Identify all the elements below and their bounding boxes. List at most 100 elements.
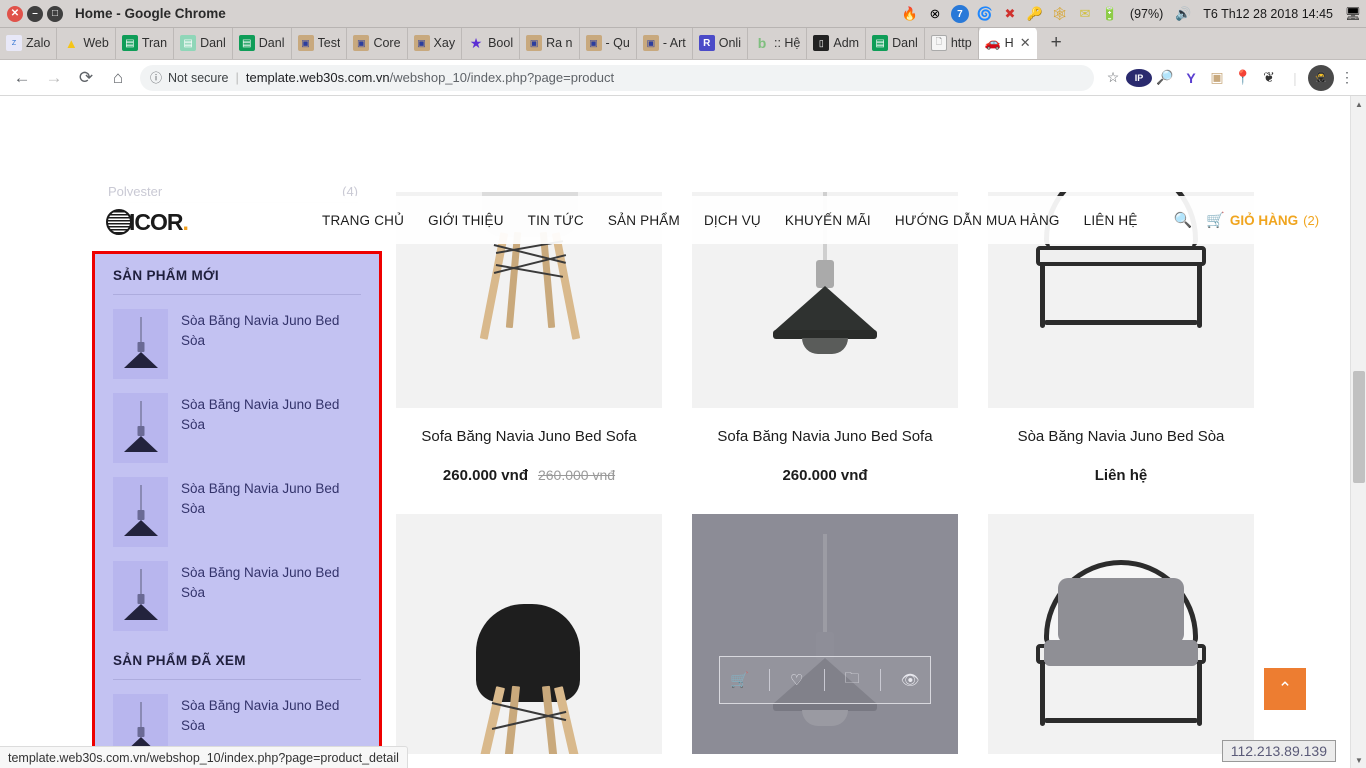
product-card-hovered[interactable]: 🛒 ♡ 🗀 👁 <box>692 514 958 754</box>
minimize-window-button[interactable]: – <box>27 5 43 22</box>
doc-icon: ▣ <box>353 35 370 51</box>
product-name[interactable]: Sòa Băng Navia Juno Bed Sòa <box>988 428 1254 445</box>
sidebar-product-name[interactable]: Sòa Băng Navia Juno Bed Sòa <box>181 694 361 737</box>
nav-item-huong-dan-mua-hang[interactable]: HƯỚNG DẪN MUA HÀNG <box>883 213 1072 228</box>
home-button[interactable]: ⌂ <box>102 62 134 94</box>
tab-onli[interactable]: R Onli <box>693 28 748 59</box>
notification-count: 7 <box>957 8 963 20</box>
nav-item-trang-chu[interactable]: TRANG CHỦ <box>310 213 416 228</box>
sidebar-selected-region[interactable]: SẢN PHẨM MỚI Sòa Băng Navia Juno Bed Sòa… <box>95 254 379 768</box>
page-scrollbar[interactable]: ▲ ▼ <box>1350 96 1366 768</box>
bookmark-star-icon[interactable]: ☆ <box>1100 65 1126 91</box>
nav-item-lien-he[interactable]: LIÊN HỆ <box>1072 213 1150 228</box>
doc-extension-icon[interactable]: ▣ <box>1204 65 1230 91</box>
sidebar-product-item[interactable]: Sòa Băng Navia Juno Bed Sòa <box>113 463 361 547</box>
display-icon[interactable]: 🖥 <box>1344 5 1362 23</box>
key-icon[interactable]: 🔑 <box>1026 5 1044 23</box>
tab-label: Danl <box>258 36 285 50</box>
maximize-window-button[interactable]: □ <box>47 5 63 22</box>
product-row-2: 🛒 ♡ 🗀 👁 <box>396 514 1266 754</box>
network-icon[interactable]: 🕸 <box>1051 5 1069 23</box>
tab-label: Xay <box>433 36 456 50</box>
tab-adm[interactable]: ▯ Adm <box>807 28 867 59</box>
tab-he[interactable]: b :: Hệ <box>748 28 808 59</box>
chrome-menu-button[interactable]: ⋮ <box>1334 65 1360 91</box>
nav-item-gioi-thieu[interactable]: GIỚI THIỆU <box>416 213 516 228</box>
sidebar-product-item[interactable]: Sòa Băng Navia Juno Bed Sòa <box>113 379 361 463</box>
nav-item-san-pham[interactable]: SẢN PHẨM <box>596 213 692 228</box>
volume-icon[interactable]: 🔊 <box>1174 5 1192 23</box>
tab-zalo[interactable]: Z Zalo <box>0 28 58 59</box>
cart-icon[interactable]: 🛒 <box>730 671 749 689</box>
y-icon[interactable]: Y <box>1178 65 1204 91</box>
sidebar-product-item[interactable]: Sòa Băng Navia Juno Bed Sòa <box>113 547 361 631</box>
product-card[interactable] <box>396 514 662 754</box>
tab-test[interactable]: ▣ Test <box>292 28 348 59</box>
gnome-icon[interactable]: ❦ <box>1256 65 1282 91</box>
product-name[interactable]: Sofa Băng Navia Juno Bed Sofa <box>396 428 662 445</box>
mail-icon[interactable]: ✉ <box>1076 5 1094 23</box>
pin-icon[interactable]: 📍 <box>1230 65 1256 91</box>
tab-quy[interactable]: ▣ - Qu <box>580 28 637 59</box>
info-circle-icon[interactable]: ⓘ <box>150 69 162 86</box>
sync-icon[interactable]: 🌀 <box>976 5 994 23</box>
sidebar-product-name[interactable]: Sòa Băng Navia Juno Bed Sòa <box>181 561 361 604</box>
close-icon: ✕ <box>10 7 20 19</box>
flame-icon[interactable]: 🔥 <box>901 5 919 23</box>
tab-danh-1[interactable]: ▤ Danl <box>174 28 233 59</box>
new-tab-button[interactable]: + <box>1037 28 1076 59</box>
tab-tran[interactable]: ▤ Tran <box>116 28 175 59</box>
tab-art[interactable]: ▣ - Art <box>637 28 693 59</box>
tab-http[interactable]: 🗋 http <box>925 28 979 59</box>
sidebar-product-name[interactable]: Sòa Băng Navia Juno Bed Sòa <box>181 477 361 520</box>
site-logo[interactable]: ICOR . <box>106 204 224 236</box>
redcross-icon[interactable]: ✖ <box>1001 5 1019 23</box>
page-viewport: Polyester (4) Sofa Băng Navia Juno Bed S… <box>0 96 1366 768</box>
eye-icon[interactable]: 👁 <box>901 671 920 689</box>
profile-avatar-icon[interactable]: 🥷 <box>1308 64 1334 91</box>
b-icon: b <box>757 35 767 51</box>
tab-web[interactable]: ▲ Web <box>57 28 116 59</box>
address-bar[interactable]: ⓘ Not secure | template.web30s.com.vn/we… <box>140 64 1094 91</box>
battery-icon[interactable]: 🔋 <box>1101 5 1119 23</box>
close-window-button[interactable]: ✕ <box>7 5 23 22</box>
ip-badge-icon[interactable]: IP <box>1126 68 1152 87</box>
scroll-to-top-button[interactable]: ⌃ <box>1264 668 1306 710</box>
tab-book[interactable]: ★ Bool <box>462 28 521 59</box>
notification-badge-icon[interactable]: 7 <box>950 5 969 23</box>
ip-address-tooltip: 112.213.89.139 <box>1221 740 1336 762</box>
tab-danh-3[interactable]: ▤ Danl <box>866 28 925 59</box>
sidebar-product-name[interactable]: Sòa Băng Navia Juno Bed Sòa <box>181 309 361 352</box>
scrollbar-down-arrow[interactable]: ▼ <box>1351 752 1366 768</box>
forward-button[interactable]: → <box>38 62 70 94</box>
sidebar-product-item[interactable]: Sòa Băng Navia Juno Bed Sòa <box>113 295 361 379</box>
product-image-grey-armchair[interactable] <box>988 514 1254 754</box>
lamp-thumb-icon <box>113 477 168 547</box>
heart-icon[interactable]: ♡ <box>790 671 803 689</box>
close-tab-icon[interactable]: ✕ <box>1020 35 1031 51</box>
tab-xay[interactable]: ▣ Xay <box>408 28 463 59</box>
nav-item-dich-vu[interactable]: DỊCH VỤ <box>692 213 773 228</box>
product-card[interactable] <box>988 514 1254 754</box>
tab-core[interactable]: ▣ Core <box>347 28 408 59</box>
product-name[interactable]: Sofa Băng Navia Juno Bed Sofa <box>692 428 958 445</box>
drive-icon: ▲ <box>64 35 78 51</box>
back-button[interactable]: ← <box>6 62 38 94</box>
sidebar-product-name[interactable]: Sòa Băng Navia Juno Bed Sòa <box>181 393 361 436</box>
scrollbar-up-arrow[interactable]: ▲ <box>1351 96 1366 112</box>
nav-item-khuyen-mai[interactable]: KHUYẾN MÃI <box>773 213 883 228</box>
product-image-eames-chair-black[interactable] <box>396 514 662 754</box>
cart-widget[interactable]: 🛒 GIỎ HÀNG (2) <box>1206 211 1319 229</box>
x-circle-icon[interactable]: ⊗ <box>926 5 944 23</box>
scrollbar-thumb[interactable] <box>1353 371 1365 483</box>
reload-button[interactable]: ⟳ <box>70 62 102 94</box>
nav-item-tin-tuc[interactable]: TIN TỨC <box>516 213 596 228</box>
tab-ram[interactable]: ▣ Ra n <box>520 28 580 59</box>
folder-icon[interactable]: 🗀 <box>845 668 860 693</box>
product-image-pendant-lamp-hover[interactable]: 🛒 ♡ 🗀 👁 <box>692 514 958 754</box>
tab-label: :: Hệ <box>773 36 801 50</box>
ip-search-icon[interactable]: 🔎 <box>1152 65 1178 91</box>
tab-danh-2[interactable]: ▤ Danl <box>233 28 292 59</box>
search-icon[interactable]: 🔍 <box>1160 211 1207 229</box>
tab-home-active[interactable]: 🚗 H ✕ <box>978 28 1037 59</box>
